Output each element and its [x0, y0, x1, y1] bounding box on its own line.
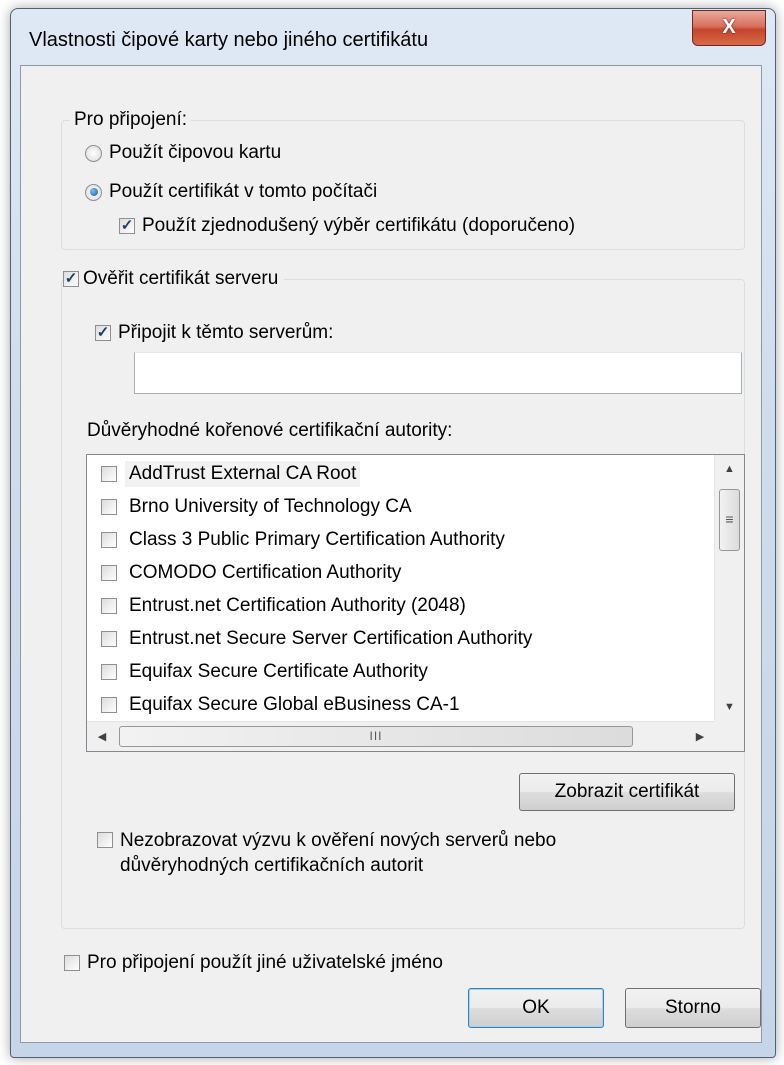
connect-servers-check-icon[interactable]: ✓: [95, 325, 111, 341]
list-item-label: Entrust.net Certification Authority (204…: [129, 595, 466, 616]
list-item[interactable]: Class 3 Public Primary Certification Aut…: [101, 526, 505, 554]
connect-servers-label: Připojit k těmto serverům:: [118, 322, 334, 343]
radio-use-certificate[interactable]: Použít certifikát v tomto počítači: [85, 181, 377, 203]
list-item-checkbox[interactable]: [101, 697, 117, 713]
view-certificate-button[interactable]: Zobrazit certifikát: [519, 773, 735, 811]
checkbox-other-user[interactable]: Pro připojení použít jiné uživatelské jm…: [64, 952, 443, 974]
list-item[interactable]: Brno University of Technology CA: [101, 493, 412, 521]
servers-input[interactable]: [134, 352, 742, 394]
list-item[interactable]: Equifax Secure Global eBusiness CA-1: [101, 691, 460, 719]
list-item-checkbox[interactable]: [101, 631, 117, 647]
validate-server-label: Ověřit certifikát serveru: [83, 268, 279, 289]
list-item-label: Brno University of Technology CA: [129, 496, 412, 517]
trusted-roots-heading: Důvěryhodné kořenové certifikační autori…: [87, 420, 452, 442]
close-button[interactable]: X: [692, 10, 766, 46]
ok-button[interactable]: OK: [468, 988, 604, 1028]
vertical-scroll-thumb[interactable]: ≡: [719, 489, 740, 551]
window-title: Vlastnosti čipové karty nebo jiného cert…: [29, 29, 429, 51]
scroll-right-icon[interactable]: ▶: [685, 730, 715, 743]
list-item-label: AddTrust External CA Root: [125, 461, 361, 487]
scroll-down-icon[interactable]: ▼: [715, 701, 744, 713]
list-item[interactable]: AddTrust External CA Root: [101, 460, 361, 488]
list-item-label: Class 3 Public Primary Certification Aut…: [129, 529, 505, 550]
simple-selection-check-icon[interactable]: ✓: [119, 218, 135, 234]
connection-group-legend: Pro připojení:: [70, 109, 192, 131]
list-item[interactable]: Entrust.net Certification Authority (204…: [101, 592, 466, 620]
list-item-label: Equifax Secure Certificate Authority: [129, 661, 428, 682]
thumb-grip-icon: ≡: [725, 511, 734, 527]
validate-server-check-icon[interactable]: ✓: [63, 271, 79, 287]
scroll-left-icon[interactable]: ◀: [87, 730, 117, 743]
dialog-client-area: Pro připojení: Použít čipovou kartu Použ…: [20, 65, 762, 1043]
trusted-roots-label: Důvěryhodné kořenové certifikační autori…: [87, 420, 453, 441]
list-item-label: COMODO Certification Authority: [129, 562, 402, 583]
checkbox-validate-server[interactable]: ✓ Ověřit certifikát serveru: [63, 268, 285, 290]
checkbox-no-prompt[interactable]: Nezobrazovat výzvu k ověření nových serv…: [97, 828, 640, 878]
vertical-scrollbar[interactable]: ▲ ≡ ▼: [714, 455, 744, 721]
radio-certificate-control[interactable]: [85, 183, 102, 201]
radio-use-smart-card[interactable]: Použít čipovou kartu: [85, 142, 281, 164]
horizontal-scrollbar[interactable]: ◀ III ▶: [87, 721, 715, 751]
scroll-up-icon[interactable]: ▲: [715, 463, 744, 475]
list-item-checkbox[interactable]: [101, 664, 117, 680]
list-item-label: Equifax Secure Global eBusiness CA-1: [129, 694, 460, 715]
list-item-checkbox[interactable]: [101, 499, 117, 515]
other-user-label: Pro připojení použít jiné uživatelské jm…: [87, 952, 443, 973]
list-item[interactable]: Equifax Secure Certificate Authority: [101, 658, 428, 686]
radio-smart-card-label: Použít čipovou kartu: [109, 142, 282, 163]
checkbox-connect-to-servers[interactable]: ✓ Připojit k těmto serverům:: [95, 322, 333, 344]
close-icon: X: [722, 16, 736, 38]
horizontal-scroll-thumb[interactable]: III: [119, 726, 633, 747]
radio-certificate-label: Použít certifikát v tomto počítači: [109, 181, 378, 202]
dialog-window: Vlastnosti čipové karty nebo jiného cert…: [10, 8, 776, 1058]
list-item-label: Entrust.net Secure Server Certification …: [129, 628, 533, 649]
no-prompt-label: Nezobrazovat výzvu k ověření nových serv…: [120, 830, 557, 876]
list-item-checkbox[interactable]: [101, 598, 117, 614]
list-item[interactable]: Entrust.net Secure Server Certification …: [101, 625, 532, 653]
list-item-checkbox[interactable]: [101, 532, 117, 548]
thumb-grip-icon: III: [369, 729, 383, 743]
other-user-check-icon[interactable]: [64, 955, 80, 971]
list-item-checkbox[interactable]: [101, 565, 117, 581]
simple-selection-label: Použít zjednodušený výběr certifikátu (d…: [142, 215, 576, 236]
radio-smart-card-control[interactable]: [85, 144, 102, 162]
no-prompt-check-icon[interactable]: [97, 832, 113, 848]
list-item[interactable]: COMODO Certification Authority: [101, 559, 401, 587]
radio-dot-certificate: [89, 188, 98, 196]
cancel-button[interactable]: Storno: [625, 988, 761, 1028]
title-bar[interactable]: Vlastnosti čipové karty nebo jiného cert…: [11, 9, 775, 65]
checkbox-simple-selection[interactable]: ✓ Použít zjednodušený výběr certifikátu …: [119, 215, 575, 237]
list-item-checkbox[interactable]: [101, 466, 117, 482]
scroll-corner: [714, 721, 744, 751]
trusted-roots-list[interactable]: AddTrust External CA Root Brno Universit…: [86, 454, 745, 752]
